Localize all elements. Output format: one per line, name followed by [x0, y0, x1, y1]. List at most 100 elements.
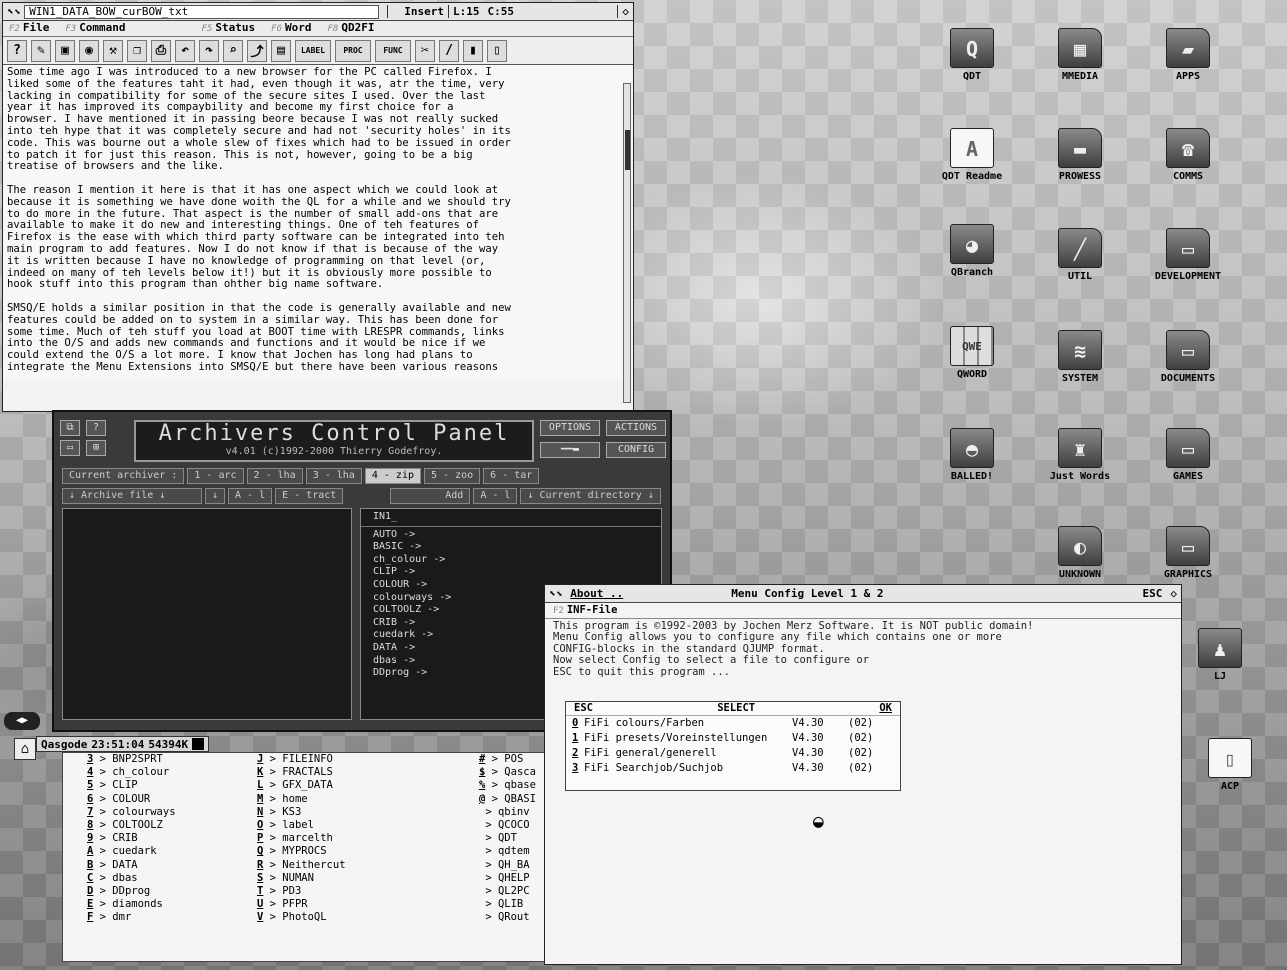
list-item[interactable]: L > GFX_DATA	[257, 779, 346, 792]
pen-icon[interactable]: /	[439, 39, 459, 62]
about-button[interactable]: About ..	[566, 587, 627, 600]
menu-qd2fi[interactable]: F8 QD2FI	[321, 21, 384, 36]
pencil-icon[interactable]: ✎	[31, 39, 51, 62]
block-icon[interactable]: ▤	[271, 39, 291, 62]
desktop-icon-unknown[interactable]: ◐ UNKNOWN	[1032, 526, 1128, 580]
list-item[interactable]: D > DDprog	[87, 885, 176, 898]
list-item[interactable]: > QLIB	[479, 898, 536, 911]
archive-all-button[interactable]: A - l	[228, 488, 273, 504]
actions-button[interactable]: ACTIONS	[606, 420, 666, 436]
redo-icon[interactable]: ↷	[199, 39, 219, 62]
extract-button[interactable]: E - tract	[275, 488, 344, 504]
scroll-arrows-icon[interactable]: ◀▶	[4, 712, 40, 730]
desktop-icon-development[interactable]: ▭ DEVELOPMENT	[1140, 228, 1236, 282]
list-item[interactable]: 7 > colourways	[87, 806, 176, 819]
list-item[interactable]: 6 > COLOUR	[87, 793, 176, 806]
desktop-icon-util[interactable]: ╱ UTIL	[1032, 228, 1128, 282]
list-item[interactable]: C > dbas	[87, 872, 176, 885]
cut-icon[interactable]: ✂	[415, 39, 435, 62]
desktop-icon-just-words[interactable]: ♜ Just Words	[1032, 428, 1128, 482]
list-item[interactable]: N > KS3	[257, 806, 346, 819]
list-item[interactable]: 3 > BNP2SPRT	[87, 753, 176, 766]
resize-icon[interactable]: ⊞	[86, 440, 106, 456]
list-item[interactable]: B > DATA	[87, 859, 176, 872]
list-item[interactable]: 5 > CLIP	[87, 779, 176, 792]
esc-button[interactable]: ESC	[1139, 587, 1167, 600]
desktop-icon-system[interactable]: ≋ SYSTEM	[1032, 330, 1128, 384]
list-item[interactable]: > qbinv	[479, 806, 536, 819]
list-item[interactable]: O > label	[257, 819, 346, 832]
desktop-icon-comms[interactable]: ☎ COMMS	[1140, 128, 1236, 182]
menu-status[interactable]: F5 Status	[196, 21, 266, 36]
desktop-icon-games[interactable]: ▭ GAMES	[1140, 428, 1236, 482]
list-item[interactable]: Q > MYPROCS	[257, 845, 346, 858]
editor-scrollbar[interactable]	[623, 83, 631, 403]
window-move-icon[interactable]: ⬉⬊	[3, 5, 24, 18]
archiver-option-tar[interactable]: 6 - tar	[483, 468, 540, 484]
help-icon[interactable]: ?	[86, 420, 106, 436]
filename-field[interactable]: WIN1_DATA_BOW_curBOW_txt	[24, 4, 380, 19]
list-item[interactable]: > QDT	[479, 832, 536, 845]
move-icon[interactable]: ⧉	[60, 420, 80, 436]
slider-control[interactable]: ━━▬	[540, 442, 600, 458]
list-item[interactable]: K > FRACTALS	[257, 766, 346, 779]
proc-icon[interactable]: PROC	[335, 39, 371, 62]
list-item[interactable]: > QL2PC	[479, 885, 536, 898]
desktop-icon-qword[interactable]: QWE QWORD	[924, 326, 1020, 380]
tools-icon[interactable]: ⚒	[103, 39, 123, 62]
all-button[interactable]: A - l	[473, 488, 518, 504]
list-item[interactable]: 9 > CRIB	[87, 832, 176, 845]
desktop-icon-balled[interactable]: ◓ BALLED!	[924, 428, 1020, 482]
copy-icon[interactable]: ❐	[127, 39, 147, 62]
list-item[interactable]: > qdtem	[479, 845, 536, 858]
list-item[interactable]: M > home	[257, 793, 346, 806]
sleep-icon[interactable]: ▭	[60, 440, 80, 456]
options-button[interactable]: OPTIONS	[540, 420, 600, 436]
archiver-option-lha[interactable]: 2 - lha	[246, 468, 303, 484]
desktop-icon-graphics[interactable]: ▭ GRAPHICS	[1140, 526, 1236, 580]
list-item[interactable]: A > cuedark	[87, 845, 176, 858]
desktop-icon-qbranch[interactable]: ◕ QBranch	[924, 224, 1020, 278]
desktop-icon-qdt-readme[interactable]: A QDT Readme	[924, 128, 1020, 182]
desktop-icon-qdt[interactable]: Q QDT	[924, 28, 1020, 82]
config-button[interactable]: CONFIG	[606, 442, 666, 458]
insert-mode[interactable]: Insert	[387, 5, 448, 18]
list-item[interactable]: V > PhotoQL	[257, 911, 346, 924]
select-esc-button[interactable]: ESC	[574, 702, 593, 715]
list-item[interactable]: R > Neithercut	[257, 859, 346, 872]
list-item[interactable]: 3 FiFi Searchjob/Suchjob V4.30 (02)	[566, 761, 900, 776]
add-button[interactable]: Add	[390, 488, 471, 504]
current-directory-label[interactable]: ↓ Current directory ↓	[520, 488, 661, 504]
list-item[interactable]: 0 FiFi colours/Farben V4.30 (02)	[566, 716, 900, 731]
list-item[interactable]: F > dmr	[87, 911, 176, 924]
list-item[interactable]: E > diamonds	[87, 898, 176, 911]
button-bar-icon[interactable]: ⌂	[14, 738, 36, 760]
menu-command[interactable]: F3 Command	[59, 21, 135, 36]
scroll-up-icon[interactable]: ▮	[463, 39, 483, 62]
list-item[interactable]: T > PD3	[257, 885, 346, 898]
archiver-option-arc[interactable]: 1 - arc	[187, 468, 244, 484]
list-item[interactable]: S > NUMAN	[257, 872, 346, 885]
list-item[interactable]: ch_colour ->	[373, 554, 649, 567]
list-item[interactable]: CLIP ->	[373, 566, 649, 579]
list-item[interactable]: > QCOCO	[479, 819, 536, 832]
list-item[interactable]: 2 FiFi general/generell V4.30 (02)	[566, 746, 900, 761]
archive-file-list[interactable]	[62, 508, 352, 720]
list-item[interactable]: AUTO ->	[373, 529, 649, 542]
print-icon[interactable]: ⎙	[151, 39, 171, 62]
wake-icon[interactable]: ◇	[1166, 587, 1181, 600]
func-icon[interactable]: FUNC	[375, 39, 411, 62]
list-item[interactable]: 1 FiFi presets/Voreinstellungen V4.30 (02)	[566, 731, 900, 746]
list-item[interactable]: 4 > ch_colour	[87, 766, 176, 779]
list-item[interactable]: > QRout	[479, 911, 536, 924]
desktop-icon-acp[interactable]: ▯ ACP	[1190, 738, 1270, 792]
desktop-icon-documents[interactable]: ▭ DOCUMENTS	[1140, 330, 1236, 384]
menu-file[interactable]: F2 File	[3, 21, 59, 36]
list-item[interactable]: @ > QBASI	[479, 793, 536, 806]
list-item[interactable]: 8 > COLTOOLZ	[87, 819, 176, 832]
scrollbar-thumb[interactable]	[625, 130, 630, 170]
list-item[interactable]: $ > Qasca	[479, 766, 536, 779]
select-ok-button[interactable]: OK	[879, 702, 892, 715]
archive-scroll-icon[interactable]: ↓	[205, 488, 226, 504]
desktop-icon-prowess[interactable]: ▬ PROWESS	[1032, 128, 1128, 182]
